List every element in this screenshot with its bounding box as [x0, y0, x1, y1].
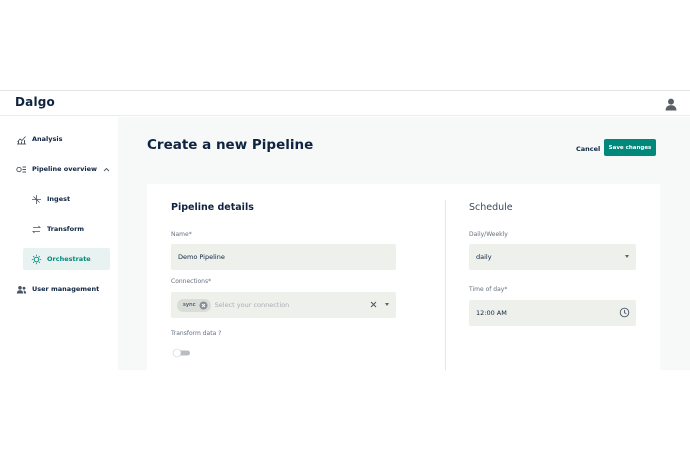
sidebar-item-analysis[interactable]: Analysis [16, 128, 62, 150]
pipeline-details-title: Pipeline details [171, 202, 254, 213]
connection-chip[interactable]: sync [177, 298, 211, 312]
sidebar-item-label: Ingest [47, 195, 71, 203]
dalgo-logo[interactable]: Dalgo [15, 95, 55, 109]
time-of-day-label: Time of day* [469, 286, 508, 293]
section-divider [445, 200, 446, 370]
sidebar-item-user-management[interactable]: User management [16, 278, 99, 300]
name-label: Name* [171, 231, 192, 238]
name-input[interactable]: Demo Pipeline [171, 244, 396, 270]
sidebar-item-pipeline-overview[interactable]: Pipeline overview [16, 158, 110, 180]
cancel-button[interactable]: Cancel [570, 141, 606, 157]
chart-icon [17, 135, 26, 144]
sidebar-item-label: Transform [47, 225, 85, 233]
pipeline-form-card: Pipeline details Name* Demo Pipeline Con… [147, 184, 660, 370]
sidebar-item-label: User management [32, 285, 100, 293]
chevron-up-icon[interactable] [103, 166, 110, 173]
pipeline-icon [16, 166, 26, 172]
top-bar: Dalgo [0, 90, 690, 116]
transform-icon [32, 225, 41, 233]
user-avatar-icon[interactable] [664, 97, 678, 111]
dropdown-arrow-icon[interactable] [625, 255, 629, 258]
frequency-label: Daily/Weekly [469, 231, 508, 238]
schedule-title: Schedule [469, 202, 513, 213]
transform-data-label: Transform data ? [171, 330, 222, 337]
sidebar-item-orchestrate[interactable]: Orchestrate [23, 248, 110, 270]
sidebar-item-ingest[interactable]: Ingest [31, 188, 70, 210]
frequency-select[interactable]: daily [469, 244, 636, 270]
orchestrate-icon [31, 254, 42, 264]
main-content: Create a new Pipeline Cancel Save change… [118, 117, 690, 370]
chip-remove-icon[interactable] [199, 301, 208, 310]
dropdown-arrow-icon[interactable] [385, 303, 389, 306]
connection-chip-label: sync [183, 302, 196, 308]
clock-icon[interactable] [619, 307, 630, 318]
connections-label: Connections* [171, 278, 212, 285]
sidebar-item-label: Pipeline overview [32, 165, 98, 173]
time-of-day-input[interactable]: 12:00 AM [469, 300, 636, 326]
time-value: 12:00 AM [476, 309, 507, 317]
connections-select[interactable]: sync Select your connection [171, 292, 396, 318]
app-window: Dalgo Analysis Pipeline overview Ingest … [0, 90, 690, 370]
page-title: Create a new Pipeline [147, 137, 314, 153]
transform-data-toggle[interactable] [171, 347, 193, 359]
users-icon [16, 285, 27, 293]
connections-placeholder: Select your connection [214, 301, 290, 309]
clear-icon[interactable] [369, 300, 378, 309]
sidebar: Analysis Pipeline overview Ingest Transf… [0, 117, 118, 370]
sidebar-item-label: Orchestrate [47, 255, 91, 263]
save-changes-button[interactable]: Save changes [604, 139, 656, 156]
ingest-icon [32, 194, 41, 204]
frequency-value: daily [476, 253, 492, 261]
sidebar-item-label: Analysis [32, 135, 63, 143]
sidebar-item-transform[interactable]: Transform [31, 218, 84, 240]
